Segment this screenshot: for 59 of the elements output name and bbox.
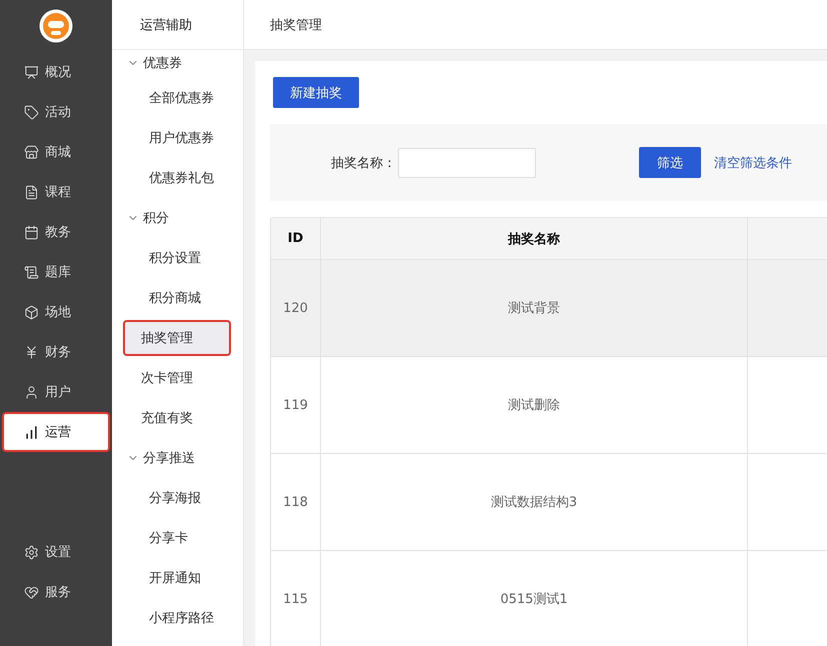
table-cell: 0515测试1 — [321, 551, 748, 646]
menu-item[interactable]: 优惠券礼包 — [123, 160, 231, 196]
sub-sidebar-title: 运营辅助 — [112, 0, 243, 50]
column-header: 抽奖名称 — [321, 218, 748, 259]
menu-item[interactable]: 抽奖管理 — [123, 320, 231, 356]
menu-item[interactable]: 开屏通知 — [123, 560, 231, 596]
nav-item[interactable]: 概况 — [2, 52, 110, 92]
nav-item[interactable]: 用户 — [2, 372, 110, 412]
table-cell: 测试删除 — [321, 357, 748, 453]
name-input-field[interactable] — [398, 148, 536, 178]
page-title: 抽奖管理 — [244, 0, 827, 50]
table-cell: 测试数据结构3 — [321, 454, 748, 550]
menu-item[interactable]: 用户优惠券 — [123, 120, 231, 156]
table-cell: 120 — [271, 260, 321, 356]
nav-item[interactable]: 教务 — [2, 212, 110, 252]
nav-item[interactable]: 商城 — [2, 132, 110, 172]
table-cell: 测试背景 — [321, 260, 748, 356]
nav-item[interactable]: 题库 — [2, 252, 110, 292]
table-cell: 115 — [271, 551, 321, 646]
clear-filter-link[interactable]: 清空筛选条件 — [714, 154, 792, 172]
menu-item[interactable]: 小程序路径 — [123, 600, 231, 636]
menu-group[interactable]: 优惠券 — [123, 50, 231, 76]
nav-item[interactable]: 运营 — [2, 412, 110, 452]
nav-item[interactable]: 场地 — [2, 292, 110, 332]
menu-item[interactable]: 全部优惠券 — [123, 80, 231, 116]
table-row[interactable]: 119 测试删除 — [271, 357, 827, 454]
nav-item[interactable]: 设置 — [2, 532, 110, 572]
scroll-icon — [24, 264, 39, 280]
column-header: ID — [271, 218, 321, 259]
menu-item[interactable]: 分享卡 — [123, 520, 231, 556]
nav-item[interactable]: 服务 — [2, 572, 110, 612]
store-icon — [24, 144, 39, 160]
menu-item[interactable]: 次卡管理 — [123, 360, 231, 396]
table-row[interactable]: 118 测试数据结构3 — [271, 454, 827, 551]
menu-group[interactable]: 分享推送 — [123, 440, 231, 476]
settings-icon — [24, 544, 39, 560]
calendar-icon — [24, 224, 39, 240]
user-icon — [24, 384, 39, 400]
nav-item[interactable]: 活动 — [2, 92, 110, 132]
presentation-icon — [24, 64, 39, 80]
menu-item[interactable]: 充值有奖 — [123, 400, 231, 436]
filter-label: 抽奖名称： — [331, 154, 396, 172]
menu-item[interactable]: 积分设置 — [123, 240, 231, 276]
bar-chart-icon — [24, 424, 39, 440]
table-cell: 119 — [271, 357, 321, 453]
filter-button[interactable]: 筛选 — [639, 147, 701, 178]
tag-icon — [24, 104, 39, 120]
monkey-logo-icon — [39, 9, 73, 43]
menu-item[interactable]: 分享海报 — [123, 480, 231, 516]
heart-handshake-icon — [24, 584, 39, 600]
nav-item[interactable]: 财务 — [2, 332, 110, 372]
new-lottery-button[interactable]: 新建抽奖 — [273, 77, 359, 108]
nav-item[interactable]: 课程 — [2, 172, 110, 212]
menu-group[interactable]: 积分 — [123, 200, 231, 236]
box-icon — [24, 304, 39, 320]
table-cell: 118 — [271, 454, 321, 550]
document-icon — [24, 184, 39, 200]
table-row[interactable]: 120 测试背景 — [271, 260, 827, 357]
menu-item[interactable]: 积分商城 — [123, 280, 231, 316]
